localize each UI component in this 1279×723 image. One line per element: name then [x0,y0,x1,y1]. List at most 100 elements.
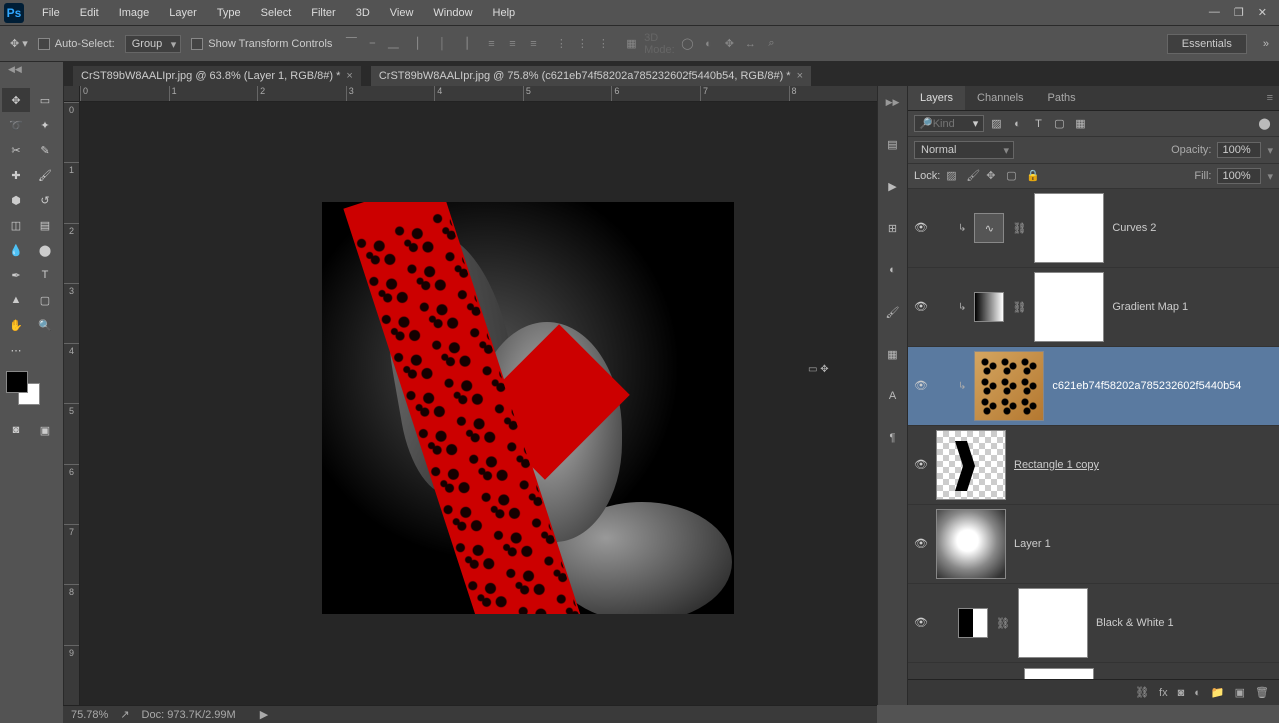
filter-adjustment-icon[interactable]: ◐ [1009,115,1026,132]
eyedropper-tool[interactable]: ✎ [31,138,59,162]
delete-layer-icon[interactable]: 🗑 [1255,686,1269,699]
canvas-area[interactable]: 012345678 0123456789 ▭ ✥ [64,86,877,705]
lock-transparency-icon[interactable]: ▨ [946,169,960,183]
workspace-switcher[interactable]: Essentials [1167,34,1247,54]
clone-stamp-tool[interactable]: ⬢ [2,188,30,212]
move-tool-indicator-icon[interactable]: ✥ ▾ [10,37,28,50]
layer-name[interactable]: Black & White 1 [1096,617,1174,629]
horizontal-ruler[interactable]: 012345678 [80,86,877,102]
character-panel-icon[interactable]: A [883,386,903,406]
new-group-icon[interactable]: 📁 [1211,686,1225,699]
visibility-toggle-icon[interactable]: 👁 [914,379,928,393]
dist-left-icon[interactable]: ⋮ [552,35,570,53]
ruler-origin[interactable] [64,86,80,102]
auto-select-checkbox[interactable]: Auto-Select: [38,38,115,50]
blend-mode-select[interactable]: Normal [914,141,1014,159]
marquee-tool[interactable]: ▭ [31,88,59,112]
dist-hcenter-icon[interactable]: ⋮ [573,35,591,53]
minimize-icon[interactable]: — [1209,6,1220,19]
properties-panel-icon[interactable]: ⊞ [883,218,903,238]
layer-fx-icon[interactable]: fx [1159,687,1168,699]
dist-top-icon[interactable]: ≡ [482,35,500,53]
lock-all-icon[interactable]: 🔒 [1026,169,1040,183]
adjustments-panel-icon[interactable]: ◐ [883,260,903,280]
lock-image-icon[interactable]: 🖌 [966,169,980,183]
menu-image[interactable]: Image [109,3,160,23]
menu-type[interactable]: Type [207,3,251,23]
align-hcenter-icon[interactable]: │ [433,35,451,53]
dodge-tool[interactable]: ⬤ [31,238,59,262]
visibility-toggle-icon[interactable]: 👁 [914,616,928,630]
visibility-toggle-icon[interactable]: 👁 [914,300,928,314]
layer-row-rectangle-copy[interactable]: 👁 Rectangle 1 copy [908,426,1279,505]
add-mask-icon[interactable]: ◙ [1178,687,1185,699]
layer-mask-thumb[interactable] [1024,668,1094,680]
adjustment-thumb-gradmap-icon[interactable] [974,292,1004,322]
brush-tool[interactable]: 🖌 [31,163,59,187]
layer-mask-thumb[interactable] [1034,193,1104,263]
filter-toggle-icon[interactable]: ⬤ [1256,115,1273,132]
document-tab[interactable]: CrST89bW8AALIpr.jpg @ 75.8% (c621eb74f58… [371,66,811,86]
layer-thumb[interactable] [936,509,1006,579]
align-left-icon[interactable]: ▏ [412,35,430,53]
menu-layer[interactable]: Layer [159,3,207,23]
dist-bottom-icon[interactable]: ≡ [524,35,542,53]
healing-brush-tool[interactable]: ✚ [2,163,30,187]
mask-link-icon[interactable]: ⛓ [1012,222,1026,235]
paragraph-panel-icon[interactable]: ¶ [883,428,903,448]
layer-row-bw1[interactable]: 👁 ⛓ Black & White 1 [908,584,1279,663]
layer-thumb[interactable] [974,351,1044,421]
tab-channels[interactable]: Channels [965,86,1035,110]
path-selection-tool[interactable]: ▲ [2,288,30,312]
history-panel-icon[interactable]: ▤ [883,134,903,154]
layer-mask-thumb[interactable] [1034,272,1104,342]
layer-name[interactable]: Layer 1 [1014,538,1051,550]
brush-panel-icon[interactable]: 🖌 [883,302,903,322]
lasso-tool[interactable]: ➰ [2,113,30,137]
blur-tool[interactable]: 💧 [2,238,30,262]
filter-pixel-icon[interactable]: ▨ [988,115,1005,132]
new-layer-icon[interactable]: ▣ [1235,686,1245,699]
document-tab[interactable]: CrST89bW8AALIpr.jpg @ 63.8% (Layer 1, RG… [73,66,361,86]
pen-tool[interactable]: ✒ [2,263,30,287]
align-vcenter-icon[interactable]: ⎯ [363,35,381,53]
visibility-toggle-icon[interactable]: 👁 [914,221,928,235]
lock-position-icon[interactable]: ✥ [986,169,1000,183]
menu-edit[interactable]: Edit [70,3,109,23]
layer-row-leopard[interactable]: 👁 ↳ c621eb74f58202a785232602f5440b54 [908,347,1279,426]
expand-strip-icon[interactable]: ▶▶ [883,92,903,112]
hand-tool[interactable]: ✋ [2,313,30,337]
tab-close-icon[interactable]: × [797,70,803,82]
quick-mask-tool[interactable]: ◙ [2,418,30,442]
status-flyout-icon[interactable]: ▶ [260,708,268,721]
color-swatches[interactable] [6,371,46,411]
doc-size[interactable]: Doc: 973.7K/2.99M [142,709,236,721]
layers-list[interactable]: 👁 ↳ ∿ ⛓ Curves 2 👁 ↳ ⛓ Gradient Map 1 👁 [908,189,1279,679]
screen-mode-tool[interactable]: ▣ [31,418,59,442]
document-canvas[interactable] [322,202,734,614]
panel-menu-icon[interactable]: ≡ [1261,86,1279,110]
zoom-level[interactable]: 75.78% [71,709,108,721]
layer-mask-thumb[interactable] [1018,588,1088,658]
tab-paths[interactable]: Paths [1036,86,1088,110]
edit-toolbar[interactable]: ⋯ [2,338,30,362]
menu-select[interactable]: Select [251,3,302,23]
show-transform-checkbox[interactable]: Show Transform Controls [191,38,332,50]
gradient-tool[interactable]: ▤ [31,213,59,237]
mask-link-icon[interactable]: ⛓ [996,617,1010,630]
swatch-panel-icon[interactable]: ▦ [883,344,903,364]
magic-wand-tool[interactable]: ✦ [31,113,59,137]
layer-row-gradmap1[interactable]: 👁 ↳ ⛓ Gradient Map 1 [908,268,1279,347]
expand-docks-icon[interactable]: ◀◀ [8,64,22,75]
menu-window[interactable]: Window [423,3,482,23]
slide-icon[interactable]: ↔ [741,35,759,53]
pan-icon[interactable]: ✥ [720,35,738,53]
fill-flyout-icon[interactable]: ▾ [1267,170,1273,183]
tab-layers[interactable]: Layers [908,86,965,110]
visibility-toggle-icon[interactable]: 👁 [914,458,928,472]
opacity-flyout-icon[interactable]: ▾ [1267,144,1273,157]
type-tool[interactable]: T [31,263,59,287]
layer-row-curves2[interactable]: 👁 ↳ ∿ ⛓ Curves 2 [908,189,1279,268]
actions-panel-icon[interactable]: ▶ [883,176,903,196]
zoom3d-icon[interactable]: ⌕ [762,35,780,53]
